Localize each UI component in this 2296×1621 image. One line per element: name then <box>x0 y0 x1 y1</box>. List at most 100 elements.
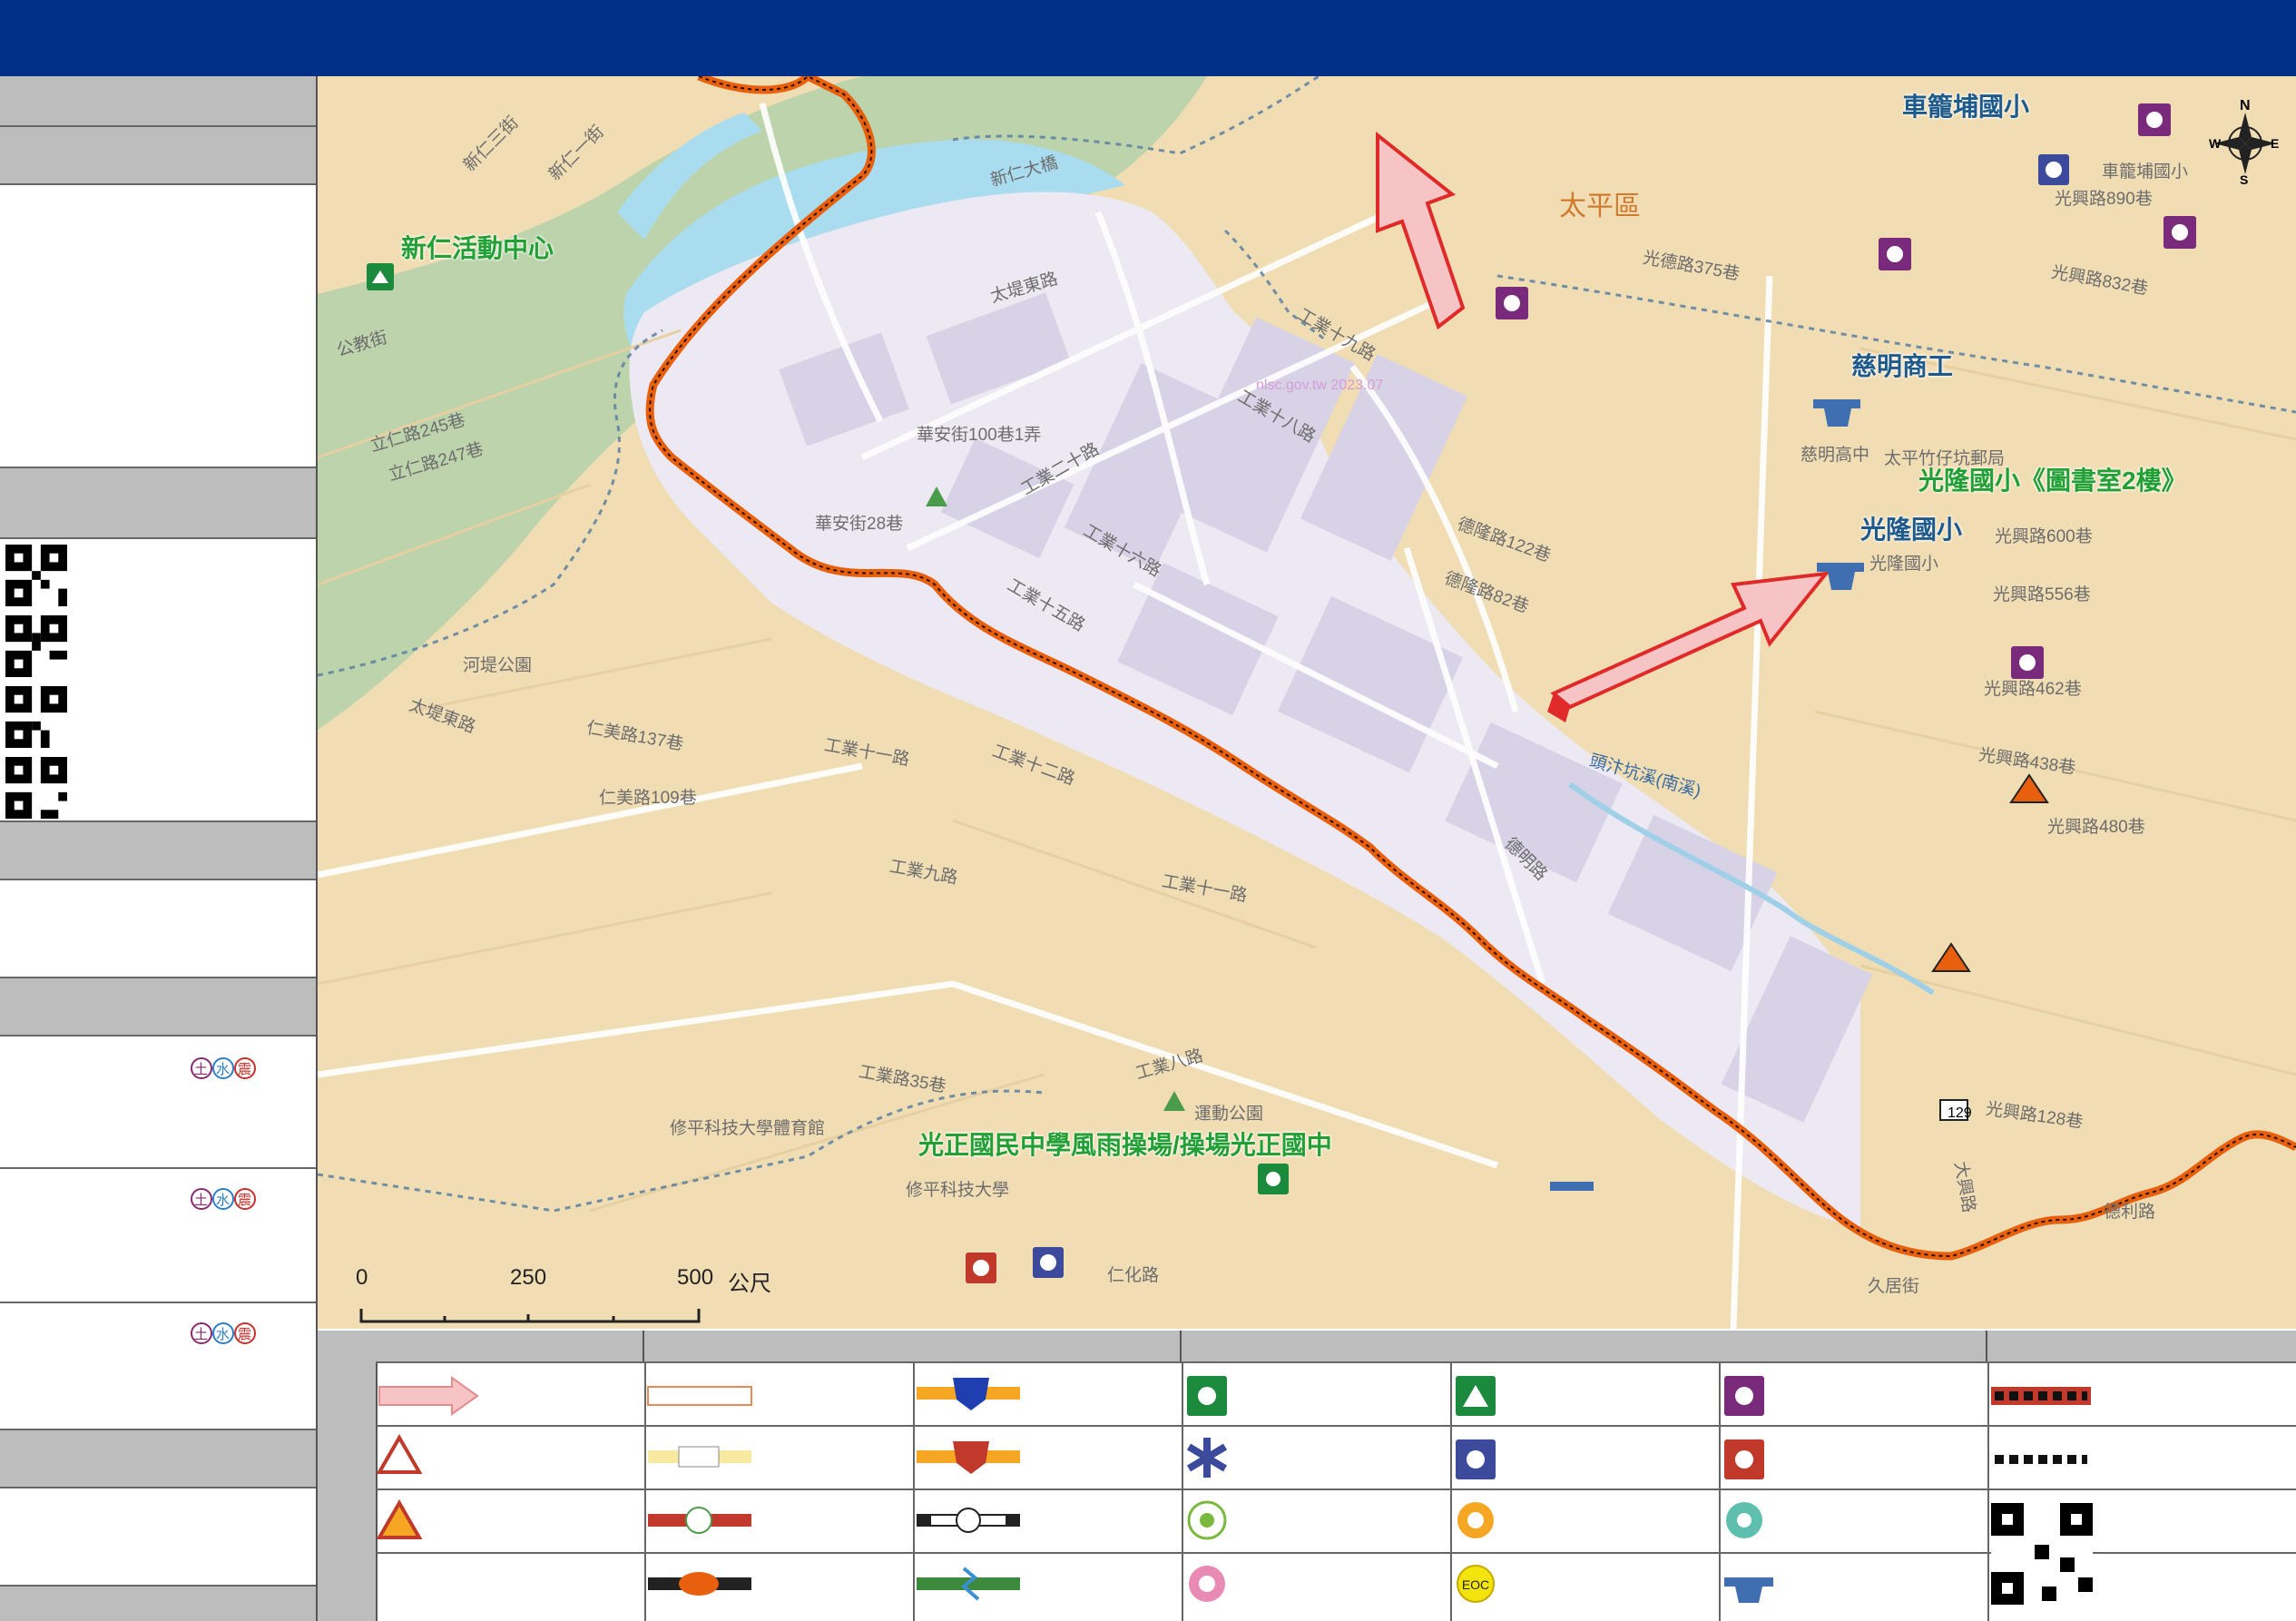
elderly-care-icon[interactable] <box>2138 103 2171 136</box>
compass-s: S <box>2240 172 2249 187</box>
tree-icon <box>1163 1091 1185 1111</box>
facility-label[interactable]: 新仁活動中心 <box>401 229 554 265</box>
scale-tick-0: 0 <box>356 1265 368 1290</box>
sidebar-header-qr <box>0 468 316 539</box>
street-label: 光興路480巷 <box>2047 818 2145 837</box>
quake-tag: 震 <box>238 1327 252 1342</box>
park-line-icon <box>648 1507 751 1534</box>
map-watermark: nlsc.gov.tw 2023.07 <box>1256 378 1384 393</box>
sidebar-text-box-2 <box>0 1488 316 1587</box>
street-label: 光興路462巷 <box>1984 680 2082 699</box>
rockfall-warning-icon[interactable] <box>1931 942 1971 972</box>
shelter-entry[interactable]: 土 水 震 <box>0 1303 316 1430</box>
earth-tag: 土 <box>194 1327 209 1342</box>
facility-label[interactable]: 光隆國小 <box>1860 510 1962 546</box>
earth-tag: 土 <box>194 1193 209 1208</box>
evacuation-arrow <box>1376 131 1466 330</box>
fire-agency-icon <box>1724 1439 1764 1479</box>
district-label: 太平區 <box>1559 192 1641 221</box>
info-sidebar: 土 水 震 土 水 震 土 水 震 <box>0 76 318 1621</box>
rockfall-warning-icon <box>376 1499 423 1539</box>
street-label: 光興路890巷 <box>2055 190 2153 209</box>
street-label: 河堤公園 <box>463 656 533 675</box>
sidebar-header-1 <box>0 76 316 127</box>
street-label: 久居街 <box>1868 1277 1920 1296</box>
street-label: 華安街100巷1弄 <box>917 426 1042 445</box>
shelter-entry[interactable]: 土 水 震 <box>0 1036 316 1169</box>
shelter-building-icon <box>1724 1376 1764 1416</box>
street-label: 德利路 <box>2104 1203 2156 1222</box>
street-label: 運動公園 <box>1194 1105 1264 1124</box>
street-label: 光興路600巷 <box>1995 527 2093 546</box>
police-station-icon <box>917 1378 1020 1410</box>
scale-bar <box>359 1309 701 1323</box>
sidebar-qr-section <box>0 539 316 822</box>
shelter-entry[interactable]: 土 水 震 <box>0 1169 316 1303</box>
road-badge: 129 <box>1948 1105 1972 1121</box>
shelter-building-icon[interactable] <box>367 263 394 290</box>
water-tag: 水 <box>216 1327 231 1342</box>
hazard-type-tags: 土 水 震 <box>191 1056 263 1080</box>
street-label: 慈明高中 <box>1800 446 1870 465</box>
rockfall-warning-icon[interactable] <box>2009 773 2049 803</box>
scale-unit: 公尺 <box>728 1272 771 1296</box>
street-label: 華安街28巷 <box>815 515 904 534</box>
street-label: 太平竹仔坑郵局 <box>1884 449 2006 468</box>
facility-label[interactable]: 慈明商工 <box>1851 347 1953 383</box>
map-legend: EOC <box>318 1331 2296 1621</box>
sidebar-header-2 <box>0 127 316 185</box>
railway-line-icon <box>917 1508 1020 1533</box>
road-line-icon <box>648 1446 751 1468</box>
qr-code-icon[interactable] <box>5 545 67 606</box>
evacuation-direction-arrow <box>378 1376 479 1416</box>
sidebar-header-4 <box>0 1430 316 1488</box>
emergency-shelter-icon <box>1187 1376 1227 1416</box>
qr-code-icon[interactable] <box>5 615 67 677</box>
indoor-shelter-icon <box>1456 1376 1496 1416</box>
transit-line-icon <box>917 1567 1020 1601</box>
title-bar <box>0 0 2296 78</box>
police-agency-icon[interactable] <box>2038 154 2069 185</box>
elderly-care-icon[interactable] <box>1496 287 1528 319</box>
helicopter-landing-icon[interactable] <box>1813 399 1860 427</box>
fire-station-icon <box>917 1441 1020 1474</box>
elderly-care-icon[interactable] <box>2011 646 2044 679</box>
emergency-shelter-icon[interactable] <box>1258 1164 1289 1194</box>
compass-rose <box>2214 113 2276 174</box>
evacuation-route-line-icon <box>647 1386 752 1406</box>
hazard-type-tags: 土 水 震 <box>191 1321 263 1345</box>
elderly-care-icon[interactable] <box>1879 238 1911 270</box>
street-label: 光興路556巷 <box>1993 585 2091 604</box>
qr-code-icon[interactable] <box>5 686 67 748</box>
bus-route-icon <box>648 1572 751 1596</box>
elderly-care-icon[interactable] <box>2164 216 2196 249</box>
sidebar-header-3 <box>0 822 316 880</box>
police-agency-icon[interactable] <box>1033 1247 1064 1278</box>
wheelchair-accessible-icon <box>1187 1500 1227 1540</box>
street-label: 仁化路 <box>1107 1266 1160 1285</box>
helicopter-landing-icon[interactable] <box>1550 1182 1594 1191</box>
eoc-icon: EOC <box>1457 1565 1495 1603</box>
aid-station-icon <box>1189 1566 1225 1602</box>
elderly-care-icon <box>1457 1502 1494 1538</box>
facility-label[interactable]: 車籠埔國小 <box>1902 87 2029 123</box>
landslide-warning-icon <box>376 1434 423 1474</box>
evacuation-map[interactable]: 太平區 新仁活動中心 車籠埔國小 慈明商工 光隆國小《圖書室2樓》 光隆國小 光… <box>318 76 2296 1329</box>
facility-label[interactable]: 光正國民中學風雨操場/操場光正國中 <box>918 1125 1332 1162</box>
medical-icon <box>1186 1438 1228 1478</box>
quake-tag: 震 <box>238 1062 252 1077</box>
street-label: 車籠埔國小 <box>2102 162 2189 182</box>
quake-tag: 震 <box>238 1193 252 1208</box>
qr-code-icon[interactable] <box>5 757 67 819</box>
water-tag: 水 <box>216 1062 231 1077</box>
fire-agency-icon[interactable] <box>966 1253 996 1283</box>
sidebar-footer <box>0 1587 316 1621</box>
evacuation-arrow <box>1547 571 1830 722</box>
child-care-icon <box>1726 1502 1762 1538</box>
sidebar-text-box <box>0 880 316 978</box>
compass-n: N <box>2240 98 2251 113</box>
scale-tick-250: 250 <box>510 1265 547 1290</box>
scale-tick-500: 500 <box>677 1265 714 1290</box>
compass-e: E <box>2271 136 2280 151</box>
qr-code-icon[interactable] <box>1991 1503 2093 1605</box>
